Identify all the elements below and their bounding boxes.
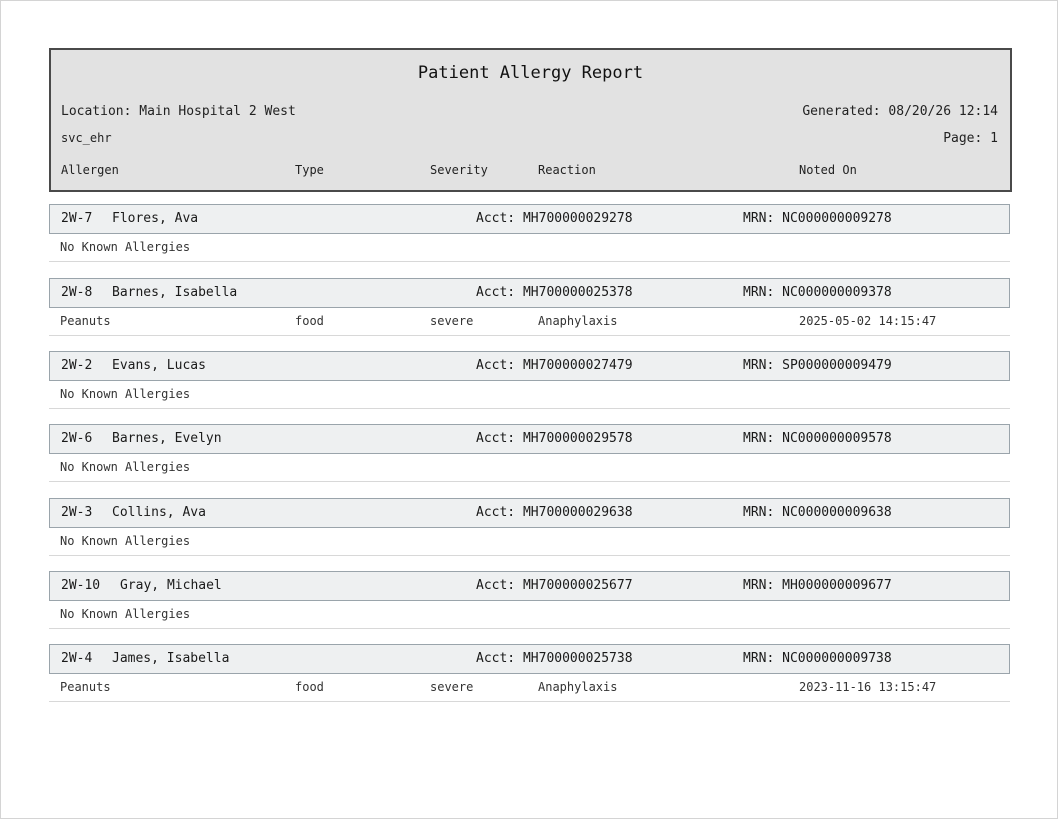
allergy-row: No Known Allergies: [49, 234, 1010, 262]
account-number: Acct: MH700000027479: [476, 358, 633, 373]
page-number: Page: 1: [943, 131, 998, 146]
reaction-cell: Anaphylaxis: [538, 314, 618, 328]
patient-header: 2W-3 Collins, Ava Acct: MH700000029638 M…: [49, 498, 1010, 528]
report-title: Patient Allergy Report: [417, 63, 644, 83]
location-label: Location: Main Hospital 2 West: [61, 104, 296, 119]
bed-label: 2W-10: [61, 578, 101, 593]
patient-name: Barnes, Evelyn: [112, 431, 222, 446]
allergy-row: No Known Allergies: [49, 528, 1010, 556]
report-page: Patient Allergy Report Location: Main Ho…: [0, 0, 1058, 819]
patient-header: 2W-10 Gray, Michael Acct: MH700000025677…: [49, 571, 1010, 601]
column-header-reaction: Reaction: [538, 163, 596, 177]
patient-header: 2W-4 James, Isabella Acct: MH70000002573…: [49, 644, 1010, 674]
patient-name: Evans, Lucas: [112, 358, 206, 373]
severity-cell: severe: [430, 680, 474, 694]
noted-on-cell: 2023-11-16 13:15:47: [799, 680, 937, 694]
patient-name: Barnes, Isabella: [112, 285, 238, 300]
column-header-allergen: Allergen: [61, 163, 119, 177]
patient-record: 2W-3 Collins, Ava Acct: MH700000029638 M…: [49, 498, 1010, 556]
user-label: svc_ehr: [61, 131, 112, 145]
mrn-number: MRN: NC000000009278: [743, 211, 892, 226]
generated-timestamp: Generated: 08/20/26 12:14: [802, 104, 998, 119]
patient-header: 2W-8 Barnes, Isabella Acct: MH7000000253…: [49, 278, 1010, 308]
no-allergies-text: No Known Allergies: [60, 534, 191, 548]
column-header-noted-on: Noted On: [799, 163, 857, 177]
patient-record: 2W-6 Barnes, Evelyn Acct: MH700000029578…: [49, 424, 1010, 482]
patient-name: Gray, Michael: [120, 578, 222, 593]
patient-record: 2W-8 Barnes, Isabella Acct: MH7000000253…: [49, 278, 1010, 336]
reaction-cell: Anaphylaxis: [538, 680, 618, 694]
column-header-severity: Severity: [430, 163, 488, 177]
patient-record: 2W-4 James, Isabella Acct: MH70000002573…: [49, 644, 1010, 702]
no-allergies-text: No Known Allergies: [60, 607, 191, 621]
bed-label: 2W-3: [61, 505, 93, 520]
patient-record: 2W-10 Gray, Michael Acct: MH700000025677…: [49, 571, 1010, 629]
allergy-row: Peanuts food severe Anaphylaxis 2025-05-…: [49, 308, 1010, 336]
mrn-number: MRN: SP000000009479: [743, 358, 892, 373]
patient-record: 2W-2 Evans, Lucas Acct: MH700000027479 M…: [49, 351, 1010, 409]
bed-label: 2W-8: [61, 285, 93, 300]
patient-name: Collins, Ava: [112, 505, 206, 520]
patient-header: 2W-7 Flores, Ava Acct: MH700000029278 MR…: [49, 204, 1010, 234]
no-allergies-text: No Known Allergies: [60, 460, 191, 474]
bed-label: 2W-2: [61, 358, 93, 373]
patient-name: Flores, Ava: [112, 211, 199, 226]
account-number: Acct: MH700000025378: [476, 285, 633, 300]
type-cell: food: [295, 314, 324, 328]
patient-name: James, Isabella: [112, 651, 230, 666]
mrn-number: MRN: NC000000009378: [743, 285, 892, 300]
patient-header: 2W-6 Barnes, Evelyn Acct: MH700000029578…: [49, 424, 1010, 454]
allergen-cell: Peanuts: [60, 680, 111, 694]
noted-on-cell: 2025-05-02 14:15:47: [799, 314, 937, 328]
account-number: Acct: MH700000025738: [476, 651, 633, 666]
allergy-row: No Known Allergies: [49, 454, 1010, 482]
account-number: Acct: MH700000029638: [476, 505, 633, 520]
mrn-number: MRN: NC000000009578: [743, 431, 892, 446]
patient-record: 2W-7 Flores, Ava Acct: MH700000029278 MR…: [49, 204, 1010, 262]
bed-label: 2W-4: [61, 651, 93, 666]
mrn-number: MRN: MH000000009677: [743, 578, 892, 593]
bed-label: 2W-6: [61, 431, 93, 446]
column-header-type: Type: [295, 163, 324, 177]
allergen-cell: Peanuts: [60, 314, 111, 328]
mrn-number: MRN: NC000000009738: [743, 651, 892, 666]
patient-header: 2W-2 Evans, Lucas Acct: MH700000027479 M…: [49, 351, 1010, 381]
no-allergies-text: No Known Allergies: [60, 240, 191, 254]
bed-label: 2W-7: [61, 211, 93, 226]
report-header: Patient Allergy Report Location: Main Ho…: [49, 48, 1012, 192]
allergy-row: No Known Allergies: [49, 601, 1010, 629]
no-allergies-text: No Known Allergies: [60, 387, 191, 401]
type-cell: food: [295, 680, 324, 694]
allergy-row: Peanuts food severe Anaphylaxis 2023-11-…: [49, 674, 1010, 702]
severity-cell: severe: [430, 314, 474, 328]
account-number: Acct: MH700000029578: [476, 431, 633, 446]
account-number: Acct: MH700000025677: [476, 578, 633, 593]
account-number: Acct: MH700000029278: [476, 211, 633, 226]
allergy-row: No Known Allergies: [49, 381, 1010, 409]
mrn-number: MRN: NC000000009638: [743, 505, 892, 520]
